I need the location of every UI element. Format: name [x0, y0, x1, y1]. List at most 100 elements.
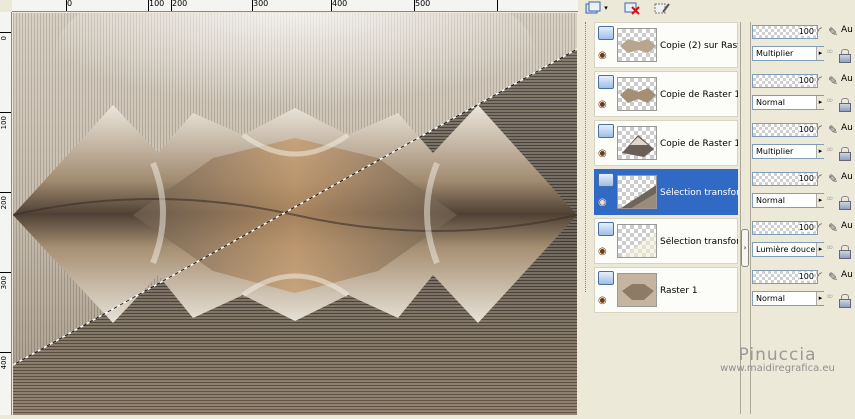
ruler-label: 200	[0, 196, 8, 210]
raster-layer-icon	[598, 26, 614, 40]
brush-icon[interactable]: ✎	[828, 122, 840, 138]
link-icon[interactable]: ∞	[826, 194, 836, 208]
blend-mode-select[interactable]: Normal	[752, 95, 824, 110]
ruler-label: 0	[0, 36, 8, 41]
layer-properties: 100 ◜ ✎ Au Normal ▸ ∞	[752, 267, 855, 313]
layer-row[interactable]: ◉ Raster 1	[594, 267, 738, 313]
opacity-slider[interactable]: 100	[752, 74, 818, 88]
horizontal-ruler: 0 100 200 300 400 500	[12, 0, 578, 12]
layer-thumbnail	[617, 126, 657, 160]
lock-icon[interactable]	[838, 147, 851, 161]
raster-layer-icon	[598, 271, 614, 285]
chevron-right-icon[interactable]: ▸	[816, 96, 824, 109]
ruler-tick	[414, 0, 415, 11]
watermark: Pinuccia www.maidiregrafica.eu	[700, 345, 855, 374]
raster-layer-icon	[598, 75, 614, 89]
link-icon[interactable]: ∞	[826, 145, 836, 159]
chevron-down-icon[interactable]: ▾	[602, 0, 610, 16]
artwork	[13, 13, 577, 415]
layer-thumbnail	[617, 273, 657, 307]
ruler-label: 300	[253, 0, 269, 8]
layer-properties: 100 ◜ ✎ Au Multiplier ▸ ∞	[752, 120, 855, 166]
opacity-slider[interactable]: 100	[752, 172, 818, 186]
link-icon[interactable]: ∞	[826, 292, 836, 306]
layer-name: Sélection transforme	[660, 188, 738, 198]
dial-icon[interactable]: ◜	[818, 123, 828, 137]
chevron-right-icon[interactable]: ▸	[816, 243, 824, 256]
dial-icon[interactable]: ◜	[818, 172, 828, 186]
opacity-value: 100	[798, 76, 814, 85]
ruler-tick	[0, 272, 11, 273]
eye-icon[interactable]: ◉	[598, 296, 614, 306]
brush-icon[interactable]: ✎	[828, 269, 840, 285]
chevron-right-icon[interactable]: ▸	[816, 47, 824, 60]
delete-layer-icon[interactable]	[622, 0, 642, 16]
au-label: Au	[841, 25, 853, 35]
dial-icon[interactable]: ◜	[818, 74, 828, 88]
ruler-tick	[0, 192, 11, 193]
lock-icon[interactable]	[838, 196, 851, 210]
layer-stack-icon[interactable]	[584, 0, 602, 16]
brush-icon[interactable]: ✎	[828, 220, 840, 236]
eye-icon[interactable]: ◉	[598, 100, 614, 110]
layer-row[interactable]: ◉ Copie de Raster 1	[594, 120, 738, 166]
layer-row[interactable]: ◉ Sélection transforme	[594, 218, 738, 264]
opacity-value: 100	[798, 174, 814, 183]
layer-row[interactable]: ◉ Copie (2) sur Raster	[594, 22, 738, 68]
layer-row[interactable]: ◉ Copie de Raster 1	[594, 71, 738, 117]
link-icon[interactable]: ∞	[826, 243, 836, 257]
blend-mode-select[interactable]: Normal	[752, 291, 824, 306]
eye-icon[interactable]: ◉	[598, 51, 614, 61]
chevron-right-icon[interactable]: ▸	[816, 194, 824, 207]
chevron-right-icon[interactable]: ▸	[816, 145, 824, 158]
layer-row-selected[interactable]: ◉ Sélection transforme	[594, 169, 738, 215]
lock-icon[interactable]	[838, 49, 851, 63]
tree-guide	[585, 22, 593, 292]
ruler-tick	[497, 0, 498, 11]
vertical-ruler: 0 100 200 300 400	[0, 12, 12, 415]
blend-mode-select[interactable]: Normal	[752, 193, 824, 208]
layer-name: Copie (2) sur Raster	[660, 41, 738, 51]
brush-icon[interactable]: ✎	[828, 73, 840, 89]
ruler-tick	[252, 0, 253, 11]
edit-brush-icon[interactable]	[652, 0, 672, 16]
lock-icon[interactable]	[838, 245, 851, 259]
opacity-slider[interactable]: 100	[752, 123, 818, 137]
ruler-label: 500	[415, 0, 431, 8]
opacity-slider[interactable]: 100	[752, 25, 818, 39]
dial-icon[interactable]: ◜	[818, 221, 828, 235]
eye-icon[interactable]: ◉	[598, 247, 614, 257]
layer-thumbnail	[617, 28, 657, 62]
blend-mode-select[interactable]: Multiplier	[752, 144, 824, 159]
palette-toolbar: ▾	[582, 0, 855, 18]
raster-layer-icon	[598, 124, 614, 138]
layer-name: Raster 1	[660, 286, 698, 296]
link-icon[interactable]: ∞	[826, 47, 836, 61]
brush-icon[interactable]: ✎	[828, 24, 840, 40]
eye-icon[interactable]: ◉	[598, 198, 614, 208]
lock-icon[interactable]	[838, 98, 851, 112]
ruler-tick	[331, 0, 332, 11]
layer-properties: 100 ◜ ✎ Au Lumière douce ▸ ∞	[752, 218, 855, 264]
blend-mode-select[interactable]: Multiplier	[752, 46, 824, 61]
brush-icon[interactable]: ✎	[828, 171, 840, 187]
opacity-slider[interactable]: 100	[752, 221, 818, 235]
eye-icon[interactable]: ◉	[598, 149, 614, 159]
layer-properties: 100 ◜ ✎ Au Multiplier ▸ ∞	[752, 22, 855, 68]
ruler-label: 400	[332, 0, 348, 8]
image-canvas[interactable]	[13, 13, 577, 415]
blend-mode-select[interactable]: Lumière douce	[752, 242, 824, 257]
link-icon[interactable]: ∞	[826, 96, 836, 110]
chevron-right-icon[interactable]: ▸	[816, 292, 824, 305]
ruler-label: 100	[149, 0, 165, 8]
layer-name: Copie de Raster 1	[660, 139, 738, 149]
ruler-tick	[0, 32, 11, 33]
canvas-area: 0 100 200 300 400 500 0 100 200 300 400	[0, 0, 582, 419]
ruler-tick	[0, 112, 11, 113]
dial-icon[interactable]: ◜	[818, 270, 828, 284]
splitter-handle[interactable]: ›	[741, 229, 749, 267]
lock-icon[interactable]	[838, 294, 851, 308]
opacity-slider[interactable]: 100	[752, 270, 818, 284]
au-label: Au	[841, 74, 853, 84]
dial-icon[interactable]: ◜	[818, 25, 828, 39]
